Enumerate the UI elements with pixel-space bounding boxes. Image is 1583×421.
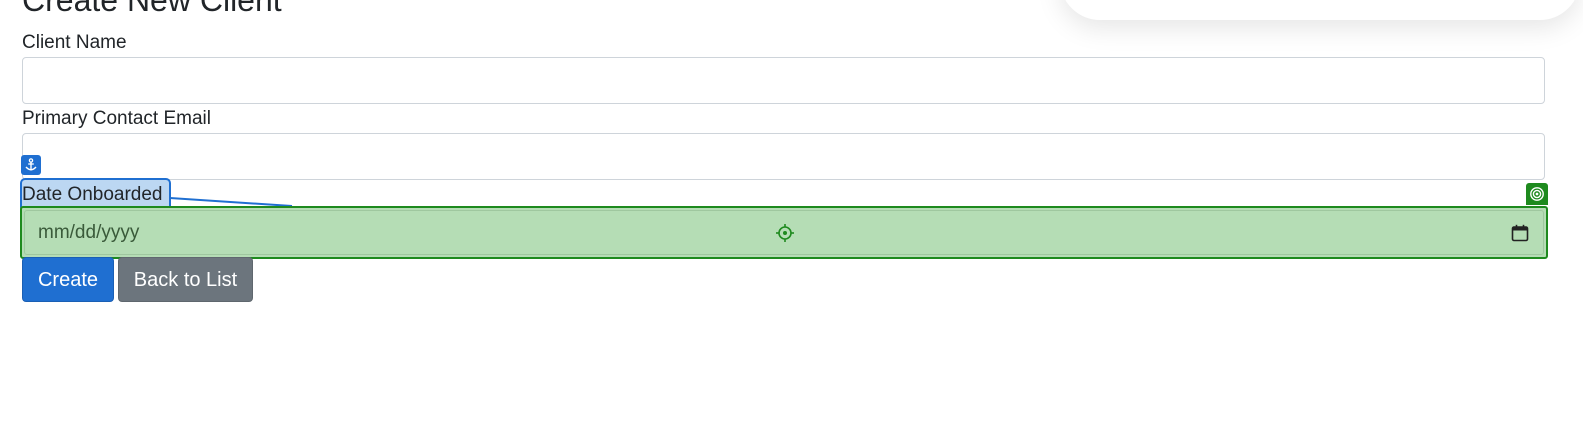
primary-contact-email-label: Primary Contact Email	[22, 108, 211, 129]
client-name-input[interactable]	[22, 57, 1545, 104]
primary-contact-email-input[interactable]	[22, 133, 1545, 180]
target-icon	[1526, 183, 1548, 205]
anchor-icon	[21, 155, 41, 175]
back-to-list-button[interactable]: Back to List	[118, 257, 253, 302]
page-title: Create New Client	[22, 0, 282, 18]
floating-panel-shadow	[1060, 0, 1580, 20]
date-onboarded-input[interactable]: mm/dd/yyyy	[20, 206, 1548, 259]
calendar-icon[interactable]	[1510, 223, 1530, 243]
date-placeholder: mm/dd/yyyy	[38, 222, 140, 243]
crosshair-icon	[776, 224, 794, 242]
create-button[interactable]: Create	[22, 257, 114, 302]
client-name-label: Client Name	[22, 32, 127, 53]
date-onboarded-label: Date Onboarded	[22, 184, 163, 205]
